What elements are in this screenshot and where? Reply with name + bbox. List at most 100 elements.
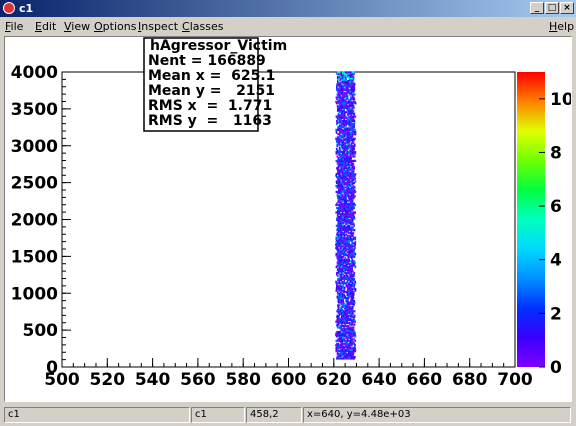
heatmap-cell: [349, 71, 352, 74]
stats-mean-y: Mean y = 2151: [148, 83, 275, 99]
heatmap-cell: [339, 124, 341, 127]
menu-options[interactable]: Options: [94, 20, 136, 33]
heatmap-cell: [346, 71, 349, 74]
heatmap-cell: [336, 271, 338, 275]
stats-nent: Nent = 166889: [148, 53, 266, 69]
heatmap-cell: [342, 71, 344, 74]
heatmap-cell: [352, 291, 355, 294]
heatmap-cell: [345, 252, 347, 255]
heatmap-cell: [340, 267, 342, 270]
heatmap-cell: [354, 137, 356, 140]
y-tick-label: 500: [23, 321, 59, 341]
menu-classes[interactable]: Classes: [182, 20, 223, 33]
heatmap-cell: [353, 323, 356, 326]
heatmap-cell: [343, 224, 346, 227]
plot-canvas[interactable]: 500 520 540 560 580 600 620 640 660 680 700 0 500 10…: [4, 36, 574, 402]
heatmap-cell: [353, 299, 355, 303]
heatmap-cell: [351, 288, 354, 291]
heatmap-cell: [350, 226, 352, 229]
heatmap-cell: [341, 109, 344, 112]
heatmap-cell: [344, 257, 347, 260]
heatmap-cell: [346, 127, 349, 130]
heatmap-cell: [343, 212, 346, 216]
minimize-button[interactable]: _: [530, 2, 544, 14]
x-tick-label: 580: [225, 370, 261, 390]
heatmap-cell: [344, 91, 346, 95]
root-canvas-window: c1 _ □ × File Edit View Options Inspect …: [0, 0, 576, 426]
menu-edit[interactable]: Edit: [35, 20, 56, 33]
heatmap-cell: [347, 199, 349, 202]
heatmap-cell: [338, 195, 340, 198]
menu-help[interactable]: Help: [549, 20, 574, 33]
x-tick-label: 520: [90, 370, 126, 390]
heatmap-cell: [335, 184, 337, 188]
z-tick-label: 10: [550, 90, 571, 110]
heatmap-cell: [352, 326, 355, 329]
heatmap-cell: [344, 170, 347, 173]
heatmap-cell: [344, 137, 347, 140]
stats-title: hAgressor_Victim: [150, 38, 287, 54]
heatmap-cell: [343, 71, 346, 74]
heatmap-cell: [352, 242, 355, 245]
status-field-coords: x=640, y=4.48e+03: [303, 407, 571, 423]
heatmap-cell: [335, 236, 338, 239]
heatmap-cell: [354, 252, 357, 255]
heatmap-cell: [348, 224, 351, 227]
heatmap-cell: [346, 296, 348, 300]
heatmap-cell: [347, 167, 349, 170]
stats-rms-y: RMS y = 1163: [148, 113, 272, 129]
z-tick-label: 8: [550, 143, 562, 163]
heatmap-cell: [339, 114, 341, 117]
heatmap-cell: [345, 152, 347, 155]
menu-inspect[interactable]: Inspect: [138, 20, 178, 33]
x-tick-label: 620: [316, 370, 352, 390]
maximize-button[interactable]: □: [545, 2, 559, 14]
heatmap-cell: [339, 307, 341, 310]
heatmap-cell: [341, 292, 344, 295]
heatmap-cell: [351, 326, 353, 329]
y-tick-label: 4000: [11, 63, 58, 83]
heatmap-cell: [353, 310, 356, 313]
stats-box[interactable]: hAgressor_Victim Nent = 166889 Mean x = …: [143, 37, 287, 132]
heatmap-cell: [336, 314, 339, 317]
heatmap-cell: [348, 127, 350, 130]
heatmap-cell: [354, 93, 356, 96]
heatmap-cell: [336, 155, 339, 158]
heatmap-cell: [340, 134, 343, 137]
heatmap-cell: [342, 202, 344, 205]
menu-view[interactable]: View: [64, 20, 90, 33]
color-palette: [517, 72, 545, 367]
heatmap-cell: [337, 71, 339, 74]
heatmap-cell: [349, 326, 352, 329]
heatmap-cell: [335, 252, 338, 255]
heatmap-cell: [335, 211, 337, 214]
heatmap-cell: [353, 112, 356, 115]
heatmap-cell: [335, 224, 338, 227]
heatmap-cell: [353, 271, 356, 275]
heatmap-cell: [353, 71, 355, 74]
title-bar[interactable]: c1 _ □ ×: [0, 0, 576, 17]
heatmap-cell: [337, 330, 340, 334]
plot-frame: [61, 71, 516, 368]
status-field-object: c1: [4, 407, 190, 423]
heatmap-cell: [335, 115, 338, 118]
x-tick-label: 540: [135, 370, 171, 390]
heatmap-cell: [350, 131, 352, 134]
heatmap-cell: [346, 325, 348, 328]
y-tick-label: 0: [46, 358, 58, 378]
heatmap-cell: [347, 325, 350, 328]
heatmap-cell: [350, 260, 352, 263]
menu-file[interactable]: File: [5, 20, 23, 33]
root-app-icon: [3, 2, 15, 14]
heatmap-cell: [338, 350, 341, 353]
close-button[interactable]: ×: [560, 2, 574, 14]
heatmap-cell: [348, 89, 351, 92]
heatmap-cell: [348, 322, 351, 325]
heatmap-cell: [336, 342, 338, 345]
heatmap-cell: [336, 295, 339, 298]
x-tick-label: 660: [407, 370, 443, 390]
heatmap-cell: [347, 202, 349, 205]
heatmap-cell: [340, 212, 342, 216]
menu-bar: File Edit View Options Inspect Classes H…: [0, 17, 576, 35]
heatmap-cell: [349, 171, 352, 174]
